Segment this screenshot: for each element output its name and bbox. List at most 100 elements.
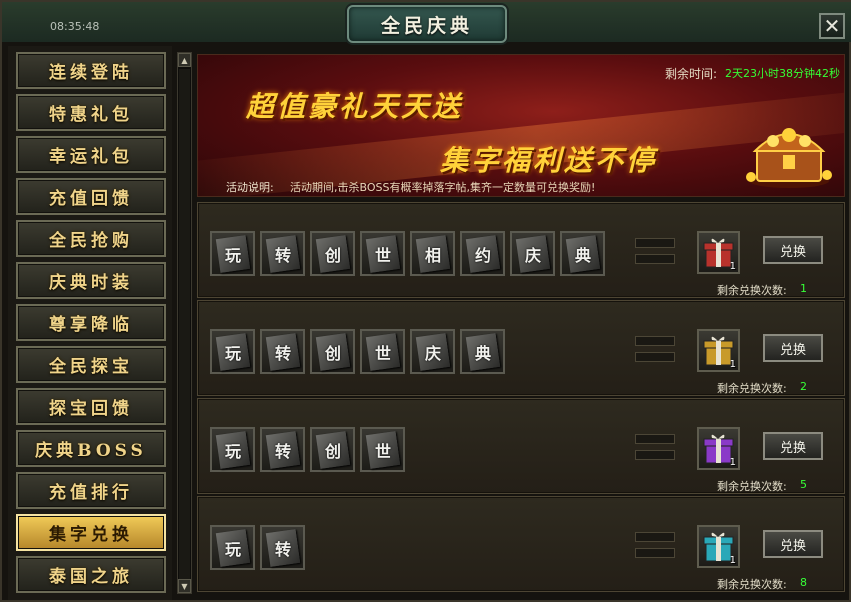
character-card[interactable]: 世 — [360, 231, 405, 276]
character-text: 相 — [424, 245, 441, 265]
character-card[interactable]: 创 — [310, 427, 355, 472]
gift-box-slot[interactable]: 1 — [697, 525, 740, 568]
character-card[interactable]: 庆 — [410, 329, 455, 374]
character-text: 世 — [374, 343, 391, 363]
character-paper-icon: 玩 — [215, 332, 250, 371]
sidebar-item-label: 幸运礼包 — [49, 147, 133, 167]
sidebar-item-label: 庆典BOSS — [35, 441, 147, 461]
gift-count: 1 — [729, 359, 736, 370]
character-text: 世 — [374, 441, 391, 461]
sidebar-item[interactable]: 特惠礼包 — [16, 94, 166, 131]
character-card[interactable]: 创 — [310, 329, 355, 374]
time-label: 剩余时间: — [665, 67, 718, 81]
scroll-up-arrow-icon[interactable]: ▲ — [178, 53, 191, 67]
character-card[interactable]: 创 — [310, 231, 355, 276]
sidebar: 连续登陆特惠礼包幸运礼包充值回馈全民抢购庆典时装尊享降临全民探宝探宝回馈庆典BO… — [8, 46, 172, 600]
equals-icon — [635, 434, 675, 444]
character-text: 玩 — [224, 539, 241, 559]
character-text: 创 — [324, 441, 341, 461]
character-text: 世 — [374, 245, 391, 265]
sidebar-item[interactable]: 泰国之旅 — [16, 556, 166, 593]
character-text: 转 — [274, 245, 291, 265]
reward-row: 玩 转 创 世 相 约 庆 典 1 兑换 剩余兑换次数: 1 — [197, 202, 845, 298]
remaining-count: 2 — [800, 380, 807, 393]
character-card[interactable]: 典 — [460, 329, 505, 374]
sidebar-item-label: 充值排行 — [49, 483, 133, 503]
character-card[interactable]: 世 — [360, 427, 405, 472]
character-card[interactable]: 庆 — [510, 231, 555, 276]
character-text: 转 — [274, 343, 291, 363]
remaining-count: 8 — [800, 576, 807, 589]
character-paper-icon: 玩 — [215, 430, 250, 469]
scrollbar[interactable]: ▲ ▼ — [177, 52, 192, 594]
character-card[interactable]: 典 — [560, 231, 605, 276]
character-paper-icon: 相 — [415, 234, 450, 273]
character-paper-icon: 创 — [315, 332, 350, 371]
character-text: 转 — [274, 539, 291, 559]
redeem-button[interactable]: 兑换 — [763, 236, 823, 264]
redeem-button[interactable]: 兑换 — [763, 334, 823, 362]
character-text: 玩 — [224, 343, 241, 363]
reward-row: 玩 转 1 兑换 剩余兑换次数: 8 — [197, 496, 845, 592]
sidebar-item[interactable]: 尊享降临 — [16, 304, 166, 341]
character-paper-icon: 世 — [365, 430, 400, 469]
sidebar-item[interactable]: 充值排行 — [16, 472, 166, 509]
redeem-button[interactable]: 兑换 — [763, 530, 823, 558]
sidebar-item[interactable]: 充值回馈 — [16, 178, 166, 215]
character-text: 创 — [324, 245, 341, 265]
remaining-count: 5 — [800, 478, 807, 491]
character-card[interactable]: 相 — [410, 231, 455, 276]
character-card[interactable]: 玩 — [210, 231, 255, 276]
gift-count: 1 — [729, 261, 736, 272]
sidebar-item[interactable]: 庆典BOSS — [16, 430, 166, 467]
title-plate: 全民庆典 — [347, 5, 507, 43]
scroll-track[interactable] — [179, 69, 190, 579]
character-paper-icon: 约 — [465, 234, 500, 273]
character-card[interactable]: 玩 — [210, 427, 255, 472]
character-card[interactable]: 转 — [260, 525, 305, 570]
remaining-count: 1 — [800, 282, 807, 295]
sidebar-item[interactable]: 全民抢购 — [16, 220, 166, 257]
sidebar-item[interactable]: 探宝回馈 — [16, 388, 166, 425]
celebration-window: 08:35:48 全民庆典 ✕ 连续登陆 特惠礼包 幸运礼包 充值回馈 全民抢购 庆典时装… — [0, 0, 851, 602]
sidebar-item[interactable]: 庆典时装 — [16, 262, 166, 299]
time-remaining: 2天23小时38分钟42秒 — [725, 67, 840, 80]
close-button[interactable]: ✕ — [819, 13, 845, 39]
character-paper-icon: 转 — [265, 234, 300, 273]
sidebar-item-label: 探宝回馈 — [49, 399, 133, 419]
character-paper-icon: 玩 — [215, 234, 250, 273]
event-banner: 剩余时间: 2天23小时38分钟42秒 超值豪礼天天送 集字福利送不停 活动说明… — [197, 54, 845, 197]
character-card[interactable]: 转 — [260, 427, 305, 472]
character-paper-icon: 庆 — [415, 332, 450, 371]
banner-slogan-1: 超值豪礼天天送 — [246, 90, 464, 123]
character-card[interactable]: 玩 — [210, 329, 255, 374]
scroll-down-arrow-icon[interactable]: ▼ — [178, 579, 191, 593]
sidebar-item-label: 尊享降临 — [49, 315, 133, 335]
equals-icon — [635, 450, 675, 460]
character-paper-icon: 玩 — [215, 528, 250, 567]
equals-icon — [635, 548, 675, 558]
sidebar-item[interactable]: 全民探宝 — [16, 346, 166, 383]
redeem-button[interactable]: 兑换 — [763, 432, 823, 460]
window-title: 全民庆典 — [380, 14, 473, 37]
equals-icon — [635, 238, 675, 248]
character-card[interactable]: 转 — [260, 231, 305, 276]
sidebar-item[interactable]: 幸运礼包 — [16, 136, 166, 173]
reward-row: 玩 转 创 世 庆 典 1 兑换 剩余兑换次数: 2 — [197, 300, 845, 396]
character-paper-icon: 世 — [365, 332, 400, 371]
character-card[interactable]: 世 — [360, 329, 405, 374]
character-card[interactable]: 转 — [260, 329, 305, 374]
character-card[interactable]: 玩 — [210, 525, 255, 570]
sidebar-item[interactable]: 连续登陆 — [16, 52, 166, 89]
sidebar-item[interactable]: 集字兑换 — [16, 514, 166, 551]
sidebar-item-label: 庆典时装 — [49, 273, 133, 293]
gift-box-slot[interactable]: 1 — [697, 231, 740, 274]
sidebar-item-label: 特惠礼包 — [49, 105, 133, 125]
gift-box-slot[interactable]: 1 — [697, 427, 740, 470]
character-card[interactable]: 约 — [460, 231, 505, 276]
equals-icon — [635, 532, 675, 542]
description-label: 活动说明: — [226, 181, 274, 194]
character-text: 创 — [324, 343, 341, 363]
equals-icon — [635, 336, 675, 346]
gift-box-slot[interactable]: 1 — [697, 329, 740, 372]
